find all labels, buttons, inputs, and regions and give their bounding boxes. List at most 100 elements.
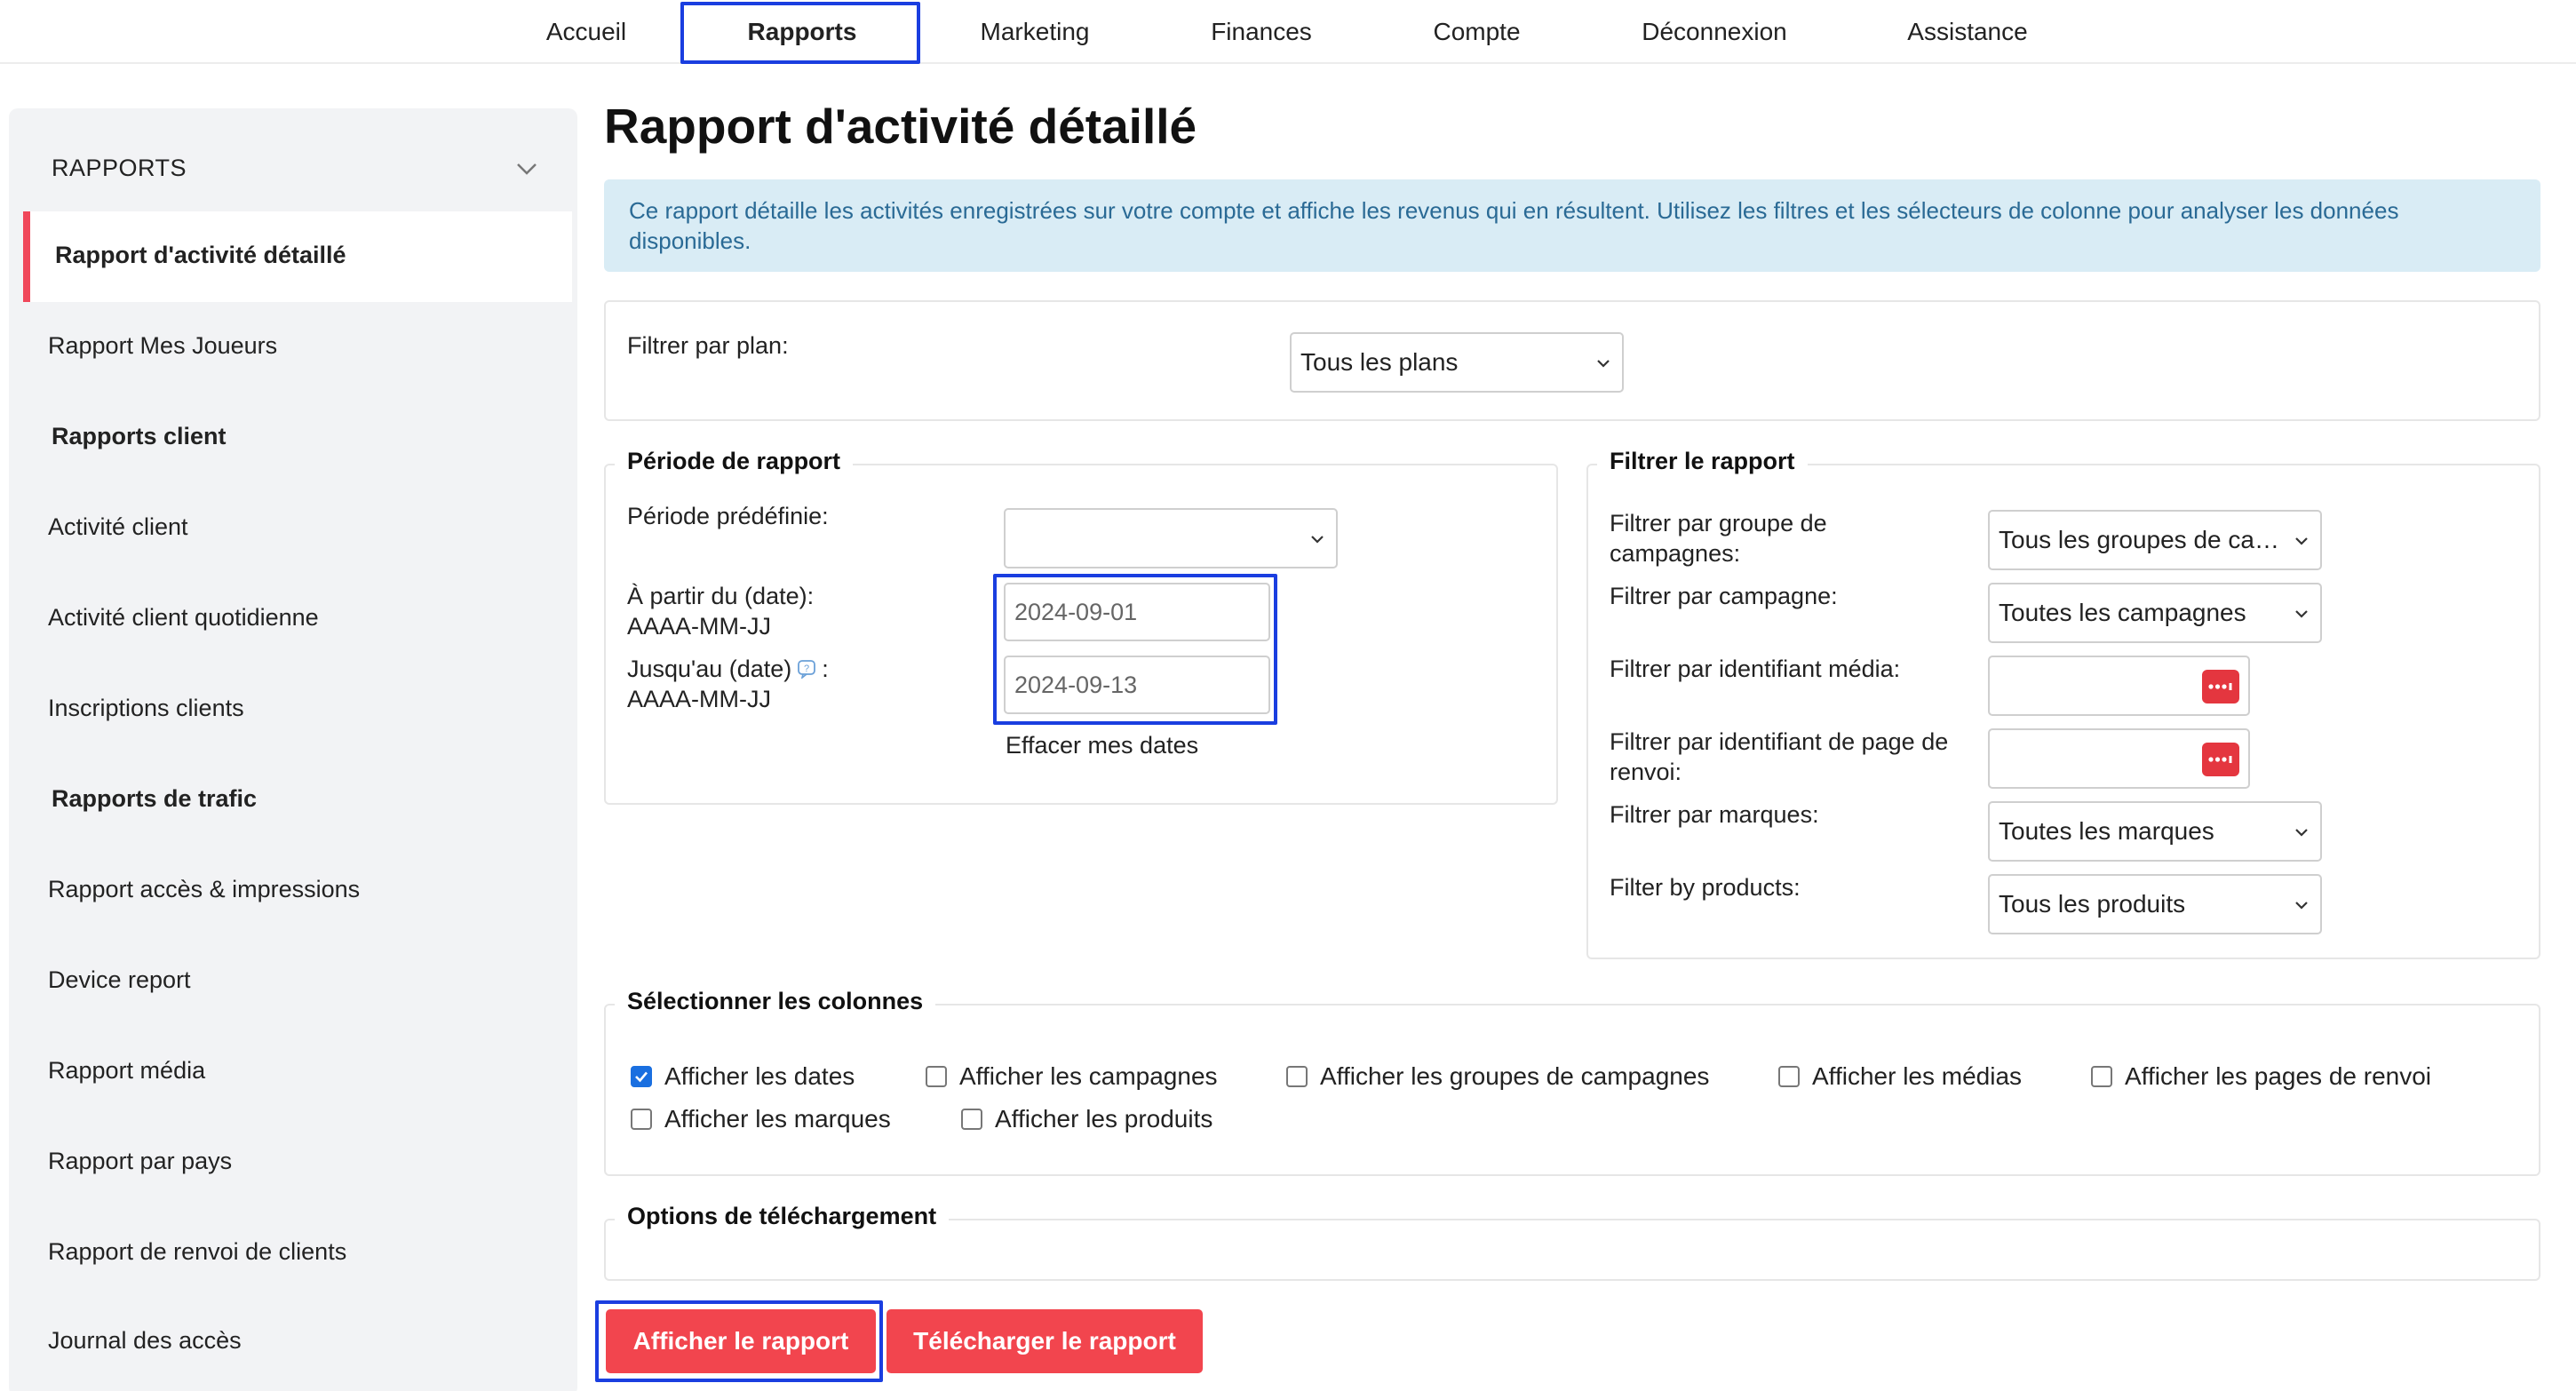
- sidebar-item-rapport-media[interactable]: Rapport média: [48, 1057, 205, 1085]
- to-date-input[interactable]: 2024-09-13: [1004, 656, 1270, 714]
- sidebar: RAPPORTS Rapport d'activité détaillé Rap…: [9, 108, 577, 1391]
- top-navigation: Accueil Rapports Marketing Finances Comp…: [0, 0, 2576, 64]
- checkbox-show-brands[interactable]: Afficher les marques: [631, 1105, 891, 1133]
- sidebar-header: RAPPORTS: [52, 155, 187, 181]
- campaign-group-label: Filtrer par groupe de campagnes:: [1610, 508, 1827, 568]
- nav-marketing[interactable]: Marketing: [959, 0, 1110, 64]
- from-date-input[interactable]: 2024-09-01: [1004, 583, 1270, 641]
- sidebar-item-acces-impressions[interactable]: Rapport accès & impressions: [48, 876, 360, 903]
- nav-accueil[interactable]: Accueil: [524, 0, 648, 64]
- checkbox-unchecked[interactable]: [631, 1109, 652, 1130]
- products-label: Filter by products:: [1610, 874, 1801, 901]
- checkbox-unchecked[interactable]: [926, 1066, 947, 1087]
- sidebar-item-activite-quotidienne[interactable]: Activité client quotidienne: [48, 604, 319, 632]
- preset-period-select[interactable]: [1004, 508, 1338, 568]
- campaign-label: Filtrer par campagne:: [1610, 583, 1838, 609]
- campaign-group-select[interactable]: Tous les groupes de ca…: [1988, 510, 2322, 570]
- checkbox-checked[interactable]: [631, 1066, 652, 1087]
- plan-filter-label: Filtrer par plan:: [627, 332, 789, 359]
- plan-select-value: Tous les plans: [1300, 348, 1459, 376]
- campaign-value: Toutes les campagnes: [1999, 599, 2246, 626]
- chevron-down-icon: [1597, 360, 1610, 368]
- sidebar-item-rapport-pays[interactable]: Rapport par pays: [48, 1148, 232, 1175]
- nav-deconnexion[interactable]: Déconnexion: [1630, 0, 1799, 64]
- brands-label: Filtrer par marques:: [1610, 801, 1819, 828]
- period-panel: Période prédéfinie: À partir du (date): …: [604, 464, 1558, 805]
- info-banner: Ce rapport détaille les activités enregi…: [604, 179, 2540, 272]
- to-date-label-colon: :: [822, 656, 829, 682]
- columns-legend: Sélectionner les colonnes: [615, 988, 936, 1015]
- campaign-group-label-line1: Filtrer par groupe de: [1610, 510, 1827, 537]
- sidebar-group-rapports-trafic: Rapports de trafic: [52, 785, 258, 812]
- checkbox-label: Afficher les médias: [1812, 1062, 2023, 1090]
- show-report-button[interactable]: Afficher le rapport: [606, 1309, 876, 1373]
- sidebar-item-journal-acces[interactable]: Journal des accès: [48, 1327, 242, 1355]
- clear-dates-link[interactable]: Effacer mes dates: [1006, 732, 1198, 759]
- campaign-group-label-line2: campagnes:: [1610, 540, 1741, 567]
- plan-filter-panel: Filtrer par plan: Tous les plans: [604, 300, 2540, 421]
- from-date-label-text: À partir du (date):: [627, 583, 815, 609]
- report-filter-panel: Filtrer par groupe de campagnes: Tous le…: [1586, 464, 2540, 959]
- nav-compte[interactable]: Compte: [1412, 0, 1541, 64]
- nav-rapports[interactable]: Rapports: [684, 0, 920, 64]
- columns-panel: Afficher les dates Afficher les campagne…: [604, 1004, 2540, 1176]
- sidebar-item-rapport-activite[interactable]: Rapport d'activité détaillé: [55, 242, 346, 269]
- from-date-format: AAAA-MM-JJ: [627, 613, 771, 640]
- checkbox-label: Afficher les dates: [664, 1062, 855, 1090]
- to-date-format: AAAA-MM-JJ: [627, 686, 771, 712]
- help-icon[interactable]: ?: [797, 659, 816, 679]
- filter-report-legend: Filtrer le rapport: [1597, 448, 1808, 475]
- campaign-group-value: Tous les groupes de ca…: [1999, 526, 2279, 553]
- checkbox-show-products[interactable]: Afficher les produits: [961, 1105, 1212, 1133]
- referrer-id-label-line1: Filtrer par identifiant de page de: [1610, 728, 1949, 755]
- sidebar-item-mes-joueurs[interactable]: Rapport Mes Joueurs: [48, 332, 277, 360]
- referrer-id-input[interactable]: [1988, 728, 2250, 789]
- period-legend: Période de rapport: [615, 448, 854, 475]
- referrer-id-label-line2: renvoi:: [1610, 759, 1682, 785]
- password-manager-icon[interactable]: [2202, 670, 2239, 703]
- chevron-down-icon: [2295, 610, 2308, 618]
- checkbox-show-campaign-groups[interactable]: Afficher les groupes de campagnes: [1286, 1062, 1709, 1091]
- nav-assistance[interactable]: Assistance: [1892, 0, 2043, 64]
- referrer-id-label: Filtrer par identifiant de page de renvo…: [1610, 727, 1948, 787]
- plan-select[interactable]: Tous les plans: [1290, 332, 1624, 393]
- password-manager-icon[interactable]: [2202, 743, 2239, 776]
- checkbox-label: Afficher les groupes de campagnes: [1320, 1062, 1710, 1090]
- checkbox-unchecked[interactable]: [1286, 1066, 1308, 1087]
- media-id-label: Filtrer par identifiant média:: [1610, 656, 1901, 682]
- products-value: Tous les produits: [1999, 890, 2186, 918]
- checkbox-unchecked[interactable]: [961, 1109, 982, 1130]
- svg-text:?: ?: [804, 664, 809, 674]
- download-options-legend: Options de téléchargement: [615, 1203, 950, 1230]
- checkbox-show-referrer-pages[interactable]: Afficher les pages de renvoi: [2091, 1062, 2431, 1091]
- checkbox-show-media[interactable]: Afficher les médias: [1778, 1062, 2022, 1091]
- sidebar-item-device-report[interactable]: Device report: [48, 966, 191, 994]
- brands-value: Toutes les marques: [1999, 817, 2214, 845]
- checkbox-label: Afficher les pages de renvoi: [2125, 1062, 2432, 1090]
- checkbox-unchecked[interactable]: [1778, 1066, 1800, 1087]
- chevron-down-icon: [2295, 902, 2308, 910]
- chevron-down-icon[interactable]: [511, 153, 543, 185]
- chevron-down-icon: [1311, 536, 1324, 544]
- chevron-down-icon: [2295, 829, 2308, 837]
- brands-select[interactable]: Toutes les marques: [1988, 801, 2322, 862]
- campaign-select[interactable]: Toutes les campagnes: [1988, 583, 2322, 643]
- checkbox-show-campaigns[interactable]: Afficher les campagnes: [926, 1062, 1218, 1091]
- checkbox-label: Afficher les marques: [664, 1105, 891, 1133]
- to-date-label-text: Jusqu'au (date): [627, 656, 792, 682]
- to-date-label: Jusqu'au (date)?: AAAA-MM-JJ: [627, 654, 829, 714]
- checkbox-label: Afficher les campagnes: [959, 1062, 1218, 1090]
- checkbox-show-dates[interactable]: Afficher les dates: [631, 1062, 855, 1091]
- from-date-label: À partir du (date): AAAA-MM-JJ: [627, 581, 814, 641]
- nav-finances[interactable]: Finances: [1190, 0, 1332, 64]
- products-select[interactable]: Tous les produits: [1988, 874, 2322, 934]
- sidebar-item-activite-client[interactable]: Activité client: [48, 513, 188, 541]
- sidebar-group-rapports-client: Rapports client: [52, 423, 227, 449]
- sidebar-item-inscriptions[interactable]: Inscriptions clients: [48, 695, 244, 722]
- checkbox-label: Afficher les produits: [995, 1105, 1213, 1133]
- sidebar-item-renvoi-clients[interactable]: Rapport de renvoi de clients: [48, 1238, 346, 1266]
- preset-period-label: Période prédéfinie:: [627, 503, 829, 529]
- media-id-input[interactable]: [1988, 656, 2250, 716]
- checkbox-unchecked[interactable]: [2091, 1066, 2112, 1087]
- download-report-button[interactable]: Télécharger le rapport: [886, 1309, 1203, 1373]
